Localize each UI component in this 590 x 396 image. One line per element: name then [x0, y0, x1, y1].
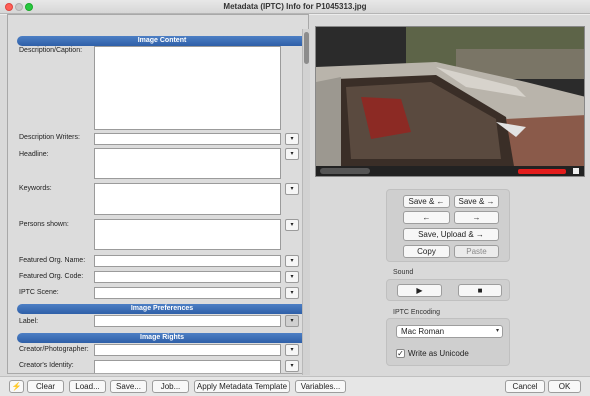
creators-identity-field[interactable]: [94, 360, 281, 373]
save-next-button[interactable]: Save & →: [454, 195, 499, 208]
image-preview: [315, 26, 585, 177]
save-upload-next-button[interactable]: Save, Upload & →: [403, 228, 499, 241]
clear-button[interactable]: Clear: [27, 380, 64, 393]
sound-label: Sound: [393, 269, 414, 276]
creator-photographer-label: Creator/Photographer:: [19, 346, 89, 353]
stop-button[interactable]: ■: [458, 284, 502, 297]
label-dropdown[interactable]: ▾: [285, 315, 299, 327]
creator-photographer-field[interactable]: [94, 344, 281, 356]
featured-org-code-dropdown[interactable]: ▾: [285, 271, 299, 283]
chevron-down-icon: ▾: [290, 274, 294, 280]
save-button[interactable]: Save...: [110, 380, 147, 393]
description-writers-dropdown[interactable]: ▾: [285, 133, 299, 145]
creators-identity-label: Creator's Identity:: [19, 362, 74, 369]
preview-fullscreen-button[interactable]: [573, 168, 579, 174]
lightning-icon: ⚡: [11, 382, 22, 391]
chevron-down-icon: ▾: [290, 363, 294, 369]
window-title: Metadata (IPTC) Info for P1045313.jpg: [223, 2, 367, 11]
stop-icon: ■: [477, 286, 483, 295]
form-scrollbar[interactable]: [302, 29, 310, 375]
section-image-content: Image Content: [17, 36, 307, 46]
keywords-field[interactable]: [94, 183, 281, 215]
featured-org-name-field[interactable]: [94, 255, 281, 267]
featured-org-name-dropdown[interactable]: ▾: [285, 255, 299, 267]
preview-navigator[interactable]: [320, 168, 370, 174]
persons-shown-dropdown[interactable]: ▾: [285, 219, 299, 231]
lightning-button[interactable]: ⚡: [9, 380, 24, 393]
iptc-scene-label: IPTC Scene:: [19, 289, 59, 296]
minimize-window-button[interactable]: [15, 3, 23, 11]
description-field[interactable]: [94, 46, 281, 130]
scrollbar-thumb[interactable]: [304, 32, 309, 64]
encoding-selected-value: Mac Roman: [401, 327, 445, 336]
persons-shown-label: Persons shown:: [19, 221, 69, 228]
variables-button[interactable]: Variables...: [295, 380, 346, 393]
chevron-down-icon: ▾: [290, 186, 294, 192]
chevron-down-icon: ▾: [290, 136, 294, 142]
section-image-preferences: Image Preferences: [17, 304, 307, 314]
write-as-unicode-label: Write as Unicode: [408, 349, 469, 358]
chevron-down-icon: ▾: [290, 258, 294, 264]
iptc-scene-field[interactable]: [94, 287, 281, 299]
load-button[interactable]: Load...: [69, 380, 106, 393]
description-label: Description/Caption:: [19, 47, 83, 54]
write-as-unicode-checkbox[interactable]: ✓: [396, 349, 405, 358]
keywords-dropdown[interactable]: ▾: [285, 183, 299, 195]
headline-field[interactable]: [94, 148, 281, 179]
keywords-label: Keywords:: [19, 185, 52, 192]
copy-button[interactable]: Copy: [403, 245, 450, 258]
section-image-rights: Image Rights: [17, 333, 307, 343]
iptc-encoding-group: Mac Roman ▾ ✓ Write as Unicode: [386, 318, 510, 366]
title-bar: Metadata (IPTC) Info for P1045313.jpg: [0, 0, 590, 14]
bottom-bar: ⚡ Clear Load... Save... Job... Apply Met…: [0, 376, 590, 396]
photo-car-window: [316, 27, 584, 176]
headline-label: Headline:: [19, 151, 49, 158]
featured-org-code-label: Featured Org. Code:: [19, 273, 84, 280]
headline-dropdown[interactable]: ▾: [285, 148, 299, 160]
sound-group: ▶ ■: [386, 279, 510, 301]
encoding-select[interactable]: Mac Roman ▾: [396, 325, 503, 338]
ok-button[interactable]: OK: [548, 380, 581, 393]
next-button[interactable]: →: [454, 211, 499, 224]
job-button[interactable]: Job...: [152, 380, 189, 393]
persons-shown-field[interactable]: [94, 219, 281, 250]
chevron-down-icon: ▾: [290, 222, 294, 228]
chevron-down-icon: ▾: [495, 328, 499, 334]
featured-org-name-label: Featured Org. Name:: [19, 257, 86, 264]
close-window-button[interactable]: [5, 3, 13, 11]
metadata-form-pane: Image Content Description/Caption: Descr…: [7, 14, 309, 374]
prev-button[interactable]: ←: [403, 211, 450, 224]
description-writers-label: Description Writers:: [19, 134, 80, 141]
description-writers-field[interactable]: [94, 133, 281, 145]
actions-group: Save & ← Save & → ← → Save, Upload & → C…: [386, 189, 510, 262]
label-field[interactable]: [94, 315, 281, 327]
chevron-down-icon: ▾: [290, 318, 294, 324]
creator-photographer-dropdown[interactable]: ▾: [285, 344, 299, 356]
chevron-down-icon: ▾: [290, 151, 294, 157]
play-icon: ▶: [416, 286, 423, 295]
featured-org-code-field[interactable]: [94, 271, 281, 283]
iptc-scene-dropdown[interactable]: ▾: [285, 287, 299, 299]
play-button[interactable]: ▶: [397, 284, 442, 297]
iptc-encoding-label: IPTC Encoding: [393, 309, 441, 316]
preview-indicator: [518, 169, 566, 174]
chevron-down-icon: ▾: [290, 290, 294, 296]
cancel-button[interactable]: Cancel: [505, 380, 545, 393]
apply-metadata-template-button[interactable]: Apply Metadata Template: [194, 380, 290, 393]
checkmark-icon: ✓: [397, 349, 404, 358]
paste-button[interactable]: Paste: [454, 245, 499, 258]
creators-identity-dropdown[interactable]: ▾: [285, 360, 299, 372]
label-label: Label:: [19, 318, 39, 325]
save-prev-button[interactable]: Save & ←: [403, 195, 450, 208]
chevron-down-icon: ▾: [290, 347, 294, 353]
maximize-window-button[interactable]: [25, 3, 33, 11]
